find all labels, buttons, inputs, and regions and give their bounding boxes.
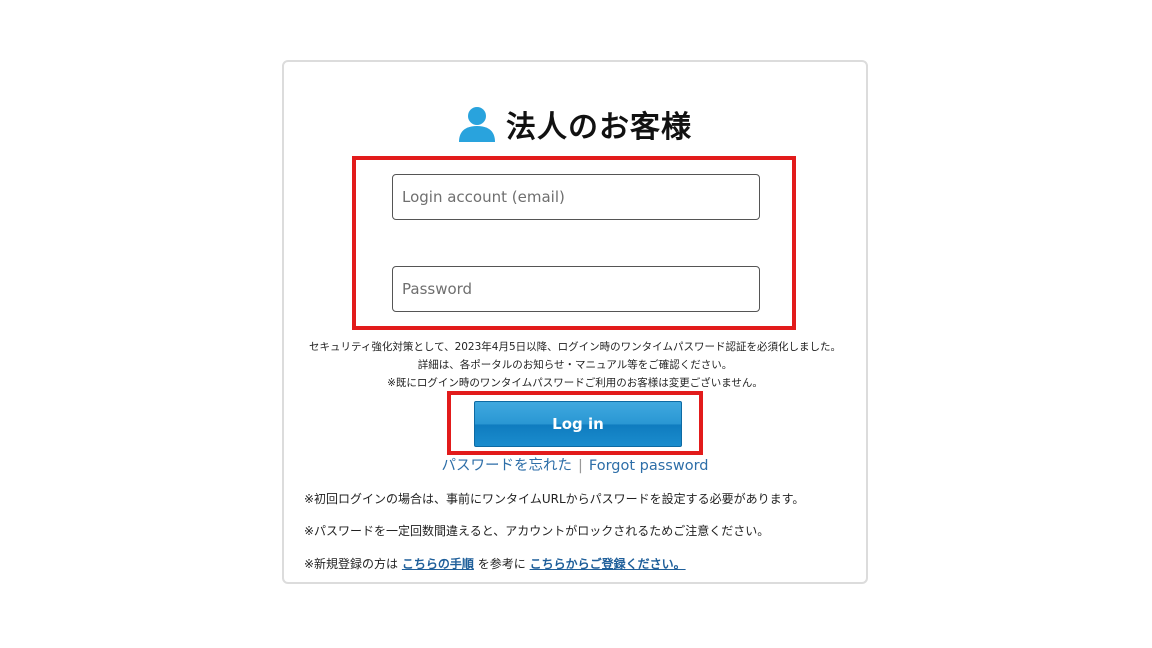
page-header: 法人のお客様 [284, 102, 866, 146]
login-button[interactable]: Log in [474, 401, 682, 447]
forgot-password-link-jp[interactable]: パスワードを忘れた [441, 458, 572, 474]
notice-line-1: セキュリティ強化対策として、2023年4月5日以降、ログイン時のワンタイムパスワ… [309, 341, 841, 353]
email-field[interactable] [392, 174, 760, 220]
register-prefix: ※新規登録の方は [304, 557, 399, 571]
first-login-note: ※初回ログインの場合は、事前にワンタイムURLからパスワードを設定する必要があり… [304, 492, 805, 506]
forgot-password-links: パスワードを忘れた | Forgot password [284, 454, 866, 475]
procedure-link[interactable]: こちらの手順 [402, 557, 474, 571]
page-title: 法人のお客様 [506, 110, 692, 145]
register-note: ※新規登録の方は こちらの手順 を参考に こちらからご登録ください。 [304, 555, 686, 572]
lock-warning-note: ※パスワードを一定回数間違えると、アカウントがロックされるためご注意ください。 [304, 524, 770, 538]
notice-line-2: 詳細は、各ポータルのお知らせ・マニュアル等をご確認ください。 [417, 359, 733, 371]
register-link[interactable]: こちらからご登録ください。 [530, 557, 686, 571]
login-card: 法人のお客様 セキュリティ強化対策として、2023年4月5日以降、ログイン時のワ… [282, 60, 868, 584]
password-field[interactable] [392, 266, 760, 312]
notice-line-3: ※既にログイン時のワンタイムパスワードご利用のお客様は変更ございません。 [387, 377, 763, 389]
forgot-password-link-en[interactable]: Forgot password [589, 458, 709, 474]
security-notice: セキュリティ強化対策として、2023年4月5日以降、ログイン時のワンタイムパスワ… [284, 338, 866, 392]
link-separator: | [577, 458, 583, 474]
register-middle: を参考に [477, 557, 526, 571]
user-icon [459, 107, 495, 142]
